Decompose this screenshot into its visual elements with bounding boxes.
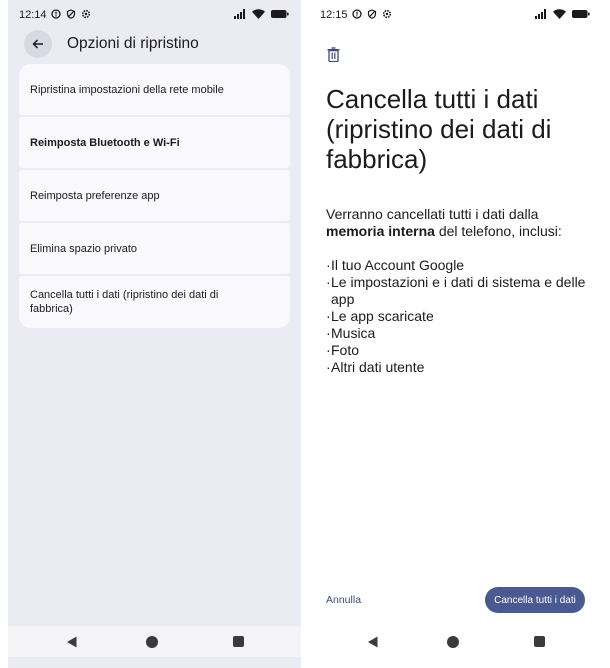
battery-icon xyxy=(271,10,289,18)
intro-text-part: del telefono, inclusi: xyxy=(434,223,562,239)
nav-back-icon[interactable] xyxy=(66,636,78,648)
wifi-icon xyxy=(553,9,566,19)
list-item: Il tuo Account Google xyxy=(326,257,588,274)
shield-icon xyxy=(367,9,377,19)
shield-icon xyxy=(66,9,76,19)
nav-back-icon[interactable] xyxy=(367,636,379,648)
page-title: Cancella tutti i dati (ripristino dei da… xyxy=(326,84,552,174)
list-item: Musica xyxy=(326,325,588,342)
nav-home-icon[interactable] xyxy=(447,636,459,648)
option-delete-private-space[interactable]: Elimina spazio privato xyxy=(19,223,290,274)
reset-options-list: Ripristina impostazioni della rete mobil… xyxy=(19,64,290,330)
status-time: 12:14 xyxy=(19,9,47,21)
intro-text: Verranno cancellati tutti i dati dalla m… xyxy=(326,206,588,240)
nav-recents-icon[interactable] xyxy=(233,636,244,647)
alert-circle-icon xyxy=(352,9,362,19)
reset-options-screen: 12:14 Opzioni di ripristino Ripristina i… xyxy=(8,0,301,668)
settings-icon xyxy=(81,9,91,19)
top-app-bar: Opzioni di ripristino xyxy=(8,28,301,60)
trash-icon xyxy=(327,47,340,62)
option-label: Cancella tutti i dati (ripristino dei da… xyxy=(30,289,219,315)
option-label: Elimina spazio privato xyxy=(30,242,137,255)
option-reset-app-preferences[interactable]: Reimposta preferenze app xyxy=(19,170,290,221)
battery-icon xyxy=(572,10,590,18)
settings-icon xyxy=(382,9,392,19)
option-factory-reset[interactable]: Cancella tutti i dati (ripristino dei da… xyxy=(19,276,290,328)
list-item: Foto xyxy=(326,342,588,359)
list-item: Le app scaricate xyxy=(326,308,588,325)
signal-icon xyxy=(535,9,546,19)
option-label: Reimposta Bluetooth e Wi-Fi xyxy=(30,136,180,149)
nav-recents-icon[interactable] xyxy=(534,636,545,647)
option-label: Ripristina impostazioni della rete mobil… xyxy=(30,83,224,96)
arrow-left-icon xyxy=(32,39,43,49)
option-reset-bluetooth-wifi[interactable]: Reimposta Bluetooth e Wi-Fi xyxy=(19,117,290,168)
signal-icon xyxy=(234,9,245,19)
nav-home-icon[interactable] xyxy=(146,636,158,648)
cancel-button[interactable]: Annulla xyxy=(326,594,361,606)
intro-text-emphasis: memoria interna xyxy=(326,223,435,239)
factory-reset-screen: 12:15 Cancella tutti i dati (ripristino … xyxy=(309,0,602,668)
navigation-bar xyxy=(8,626,301,657)
back-button[interactable] xyxy=(24,30,52,58)
intro-text-part: Verranno cancellati tutti i dati dalla xyxy=(326,206,539,222)
list-item: Altri dati utente xyxy=(326,359,588,376)
status-bar: 12:15 xyxy=(309,0,602,30)
alert-circle-icon xyxy=(51,9,61,19)
data-items-list: Il tuo Account Google Le impostazioni e … xyxy=(326,257,588,376)
list-item: Le impostazioni e i dati di sistema e de… xyxy=(326,274,588,308)
erase-all-data-button[interactable]: Cancella tutti i dati xyxy=(485,587,585,613)
navigation-bar xyxy=(309,626,602,657)
status-time: 12:15 xyxy=(320,9,348,21)
erase-all-data-label: Cancella tutti i dati xyxy=(494,594,576,606)
page-title: Opzioni di ripristino xyxy=(67,35,199,52)
status-bar: 12:14 xyxy=(8,0,301,30)
option-reset-mobile-network[interactable]: Ripristina impostazioni della rete mobil… xyxy=(19,64,290,115)
option-label: Reimposta preferenze app xyxy=(30,189,160,202)
wifi-icon xyxy=(252,9,265,19)
